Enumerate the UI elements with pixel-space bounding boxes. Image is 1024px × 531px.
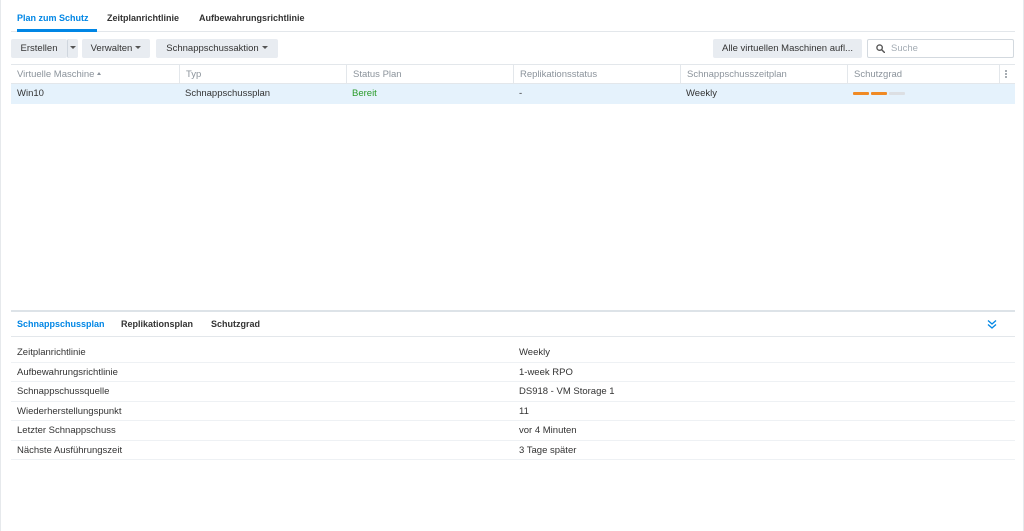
column-header-label: Schutzgrad: [854, 69, 903, 80]
detail-value: vor 4 Minuten: [519, 425, 577, 436]
detail-list: Zeitplanrichtlinie Weekly Aufbewahrungsr…: [11, 343, 1015, 460]
manage-button[interactable]: Verwalten: [82, 39, 150, 58]
search-input[interactable]: [891, 41, 1009, 56]
column-header-label: Status Plan: [353, 69, 402, 80]
column-header-type[interactable]: Typ: [179, 65, 346, 84]
detail-row: Zeitplanrichtlinie Weekly: [11, 343, 1015, 363]
detail-row: Aufbewahrungsrichtlinie 1-week RPO: [11, 363, 1015, 382]
column-header-label: Virtuelle Maschine: [17, 69, 95, 80]
table-row[interactable]: Win10 Schnappschussplan Bereit - Weekly: [11, 84, 1015, 104]
snapshot-action-button-label: Schnappschussaktion: [166, 43, 259, 54]
detail-value: 11: [519, 405, 529, 417]
chevron-down-icon: [135, 45, 142, 49]
cell-status: Bereit: [352, 88, 377, 99]
protection-segment: [889, 92, 905, 95]
detail-label: Letzter Schnappschuss: [17, 425, 116, 436]
detail-value: Weekly: [519, 347, 550, 358]
snapshot-action-button[interactable]: Schnappschussaktion: [156, 39, 278, 58]
sort-ascending-icon: [97, 71, 102, 75]
detail-label: Schnappschussquelle: [17, 386, 110, 397]
detail-row: Nächste Ausführungszeit 3 Tage später: [11, 441, 1015, 460]
top-tab-bar: Plan zum Schutz Zeitplanrichtlinie Aufbe…: [11, 0, 1015, 32]
create-button[interactable]: Erstellen: [11, 39, 67, 58]
detail-row: Wiederherstellungspunkt 11: [11, 402, 1015, 421]
active-tab-indicator: [17, 29, 97, 32]
search-icon: [876, 44, 885, 53]
search-box: [867, 39, 1014, 58]
cell-schedule: Weekly: [686, 88, 717, 99]
column-header-protection[interactable]: Schutzgrad: [847, 65, 999, 84]
tab-schutzgrad[interactable]: Schutzgrad: [211, 319, 260, 329]
tab-zeitplanrichtlinie[interactable]: Zeitplanrichtlinie: [107, 13, 179, 23]
create-button-label: Erstellen: [20, 43, 58, 54]
detail-label: Nächste Ausführungszeit: [17, 444, 123, 456]
detail-value: 3 Tage später: [519, 444, 577, 456]
detail-row: Schnappschussquelle DS918 - VM Storage 1: [11, 382, 1015, 402]
list-all-vms-button-label: Alle virtuellen Maschinen aufl...: [722, 43, 853, 54]
detail-value: 1-week RPO: [519, 366, 573, 378]
cell-protection-level: [847, 84, 997, 104]
cell-type: Schnappschussplan: [185, 88, 271, 99]
column-header-label: Typ: [186, 69, 202, 80]
chevron-down-icon: [261, 45, 268, 49]
protection-segment: [853, 92, 869, 95]
app-window: Plan zum Schutz Zeitplanrichtlinie Aufbe…: [0, 0, 1024, 531]
detail-row: Letzter Schnappschuss vor 4 Minuten: [11, 421, 1015, 441]
column-header-schedule[interactable]: Schnappschusszeitplan: [680, 65, 847, 84]
list-all-vms-button[interactable]: Alle virtuellen Maschinen aufl...: [713, 39, 862, 58]
cell-replication: -: [519, 88, 523, 99]
detail-label: Wiederherstellungspunkt: [17, 405, 122, 417]
tab-schnappschussplan[interactable]: Schnappschussplan: [17, 319, 105, 329]
manage-button-label: Verwalten: [90, 43, 133, 54]
double-chevron-down-icon[interactable]: [987, 319, 997, 330]
tab-plan-zum-schutz[interactable]: Plan zum Schutz: [17, 13, 89, 23]
detail-label: Zeitplanrichtlinie: [17, 347, 86, 358]
tab-replikationsplan[interactable]: Replikationsplan: [121, 319, 193, 329]
create-dropdown-button[interactable]: [67, 39, 78, 58]
detail-label: Aufbewahrungsrichtlinie: [17, 366, 118, 378]
tab-aufbewahrungsrichtlinie[interactable]: Aufbewahrungsrichtlinie: [199, 13, 305, 23]
vertical-ellipsis-icon[interactable]: [1004, 70, 1008, 80]
cell-vm: Win10: [17, 88, 44, 99]
chevron-down-icon: [70, 45, 76, 49]
protection-segment: [871, 92, 887, 95]
column-header-label: Replikationsstatus: [520, 69, 598, 80]
column-header-label: Schnappschusszeitplan: [687, 69, 787, 80]
column-header-vm[interactable]: Virtuelle Maschine: [11, 65, 179, 84]
column-header-status[interactable]: Status Plan: [346, 65, 513, 84]
detail-value: DS918 - VM Storage 1: [519, 386, 615, 397]
table-header: Virtuelle Maschine Typ Status Plan Repli…: [11, 64, 1015, 84]
detail-tab-bar: Schnappschussplan Replikationsplan Schut…: [11, 312, 1015, 337]
column-header-replication[interactable]: Replikationsstatus: [513, 65, 680, 84]
